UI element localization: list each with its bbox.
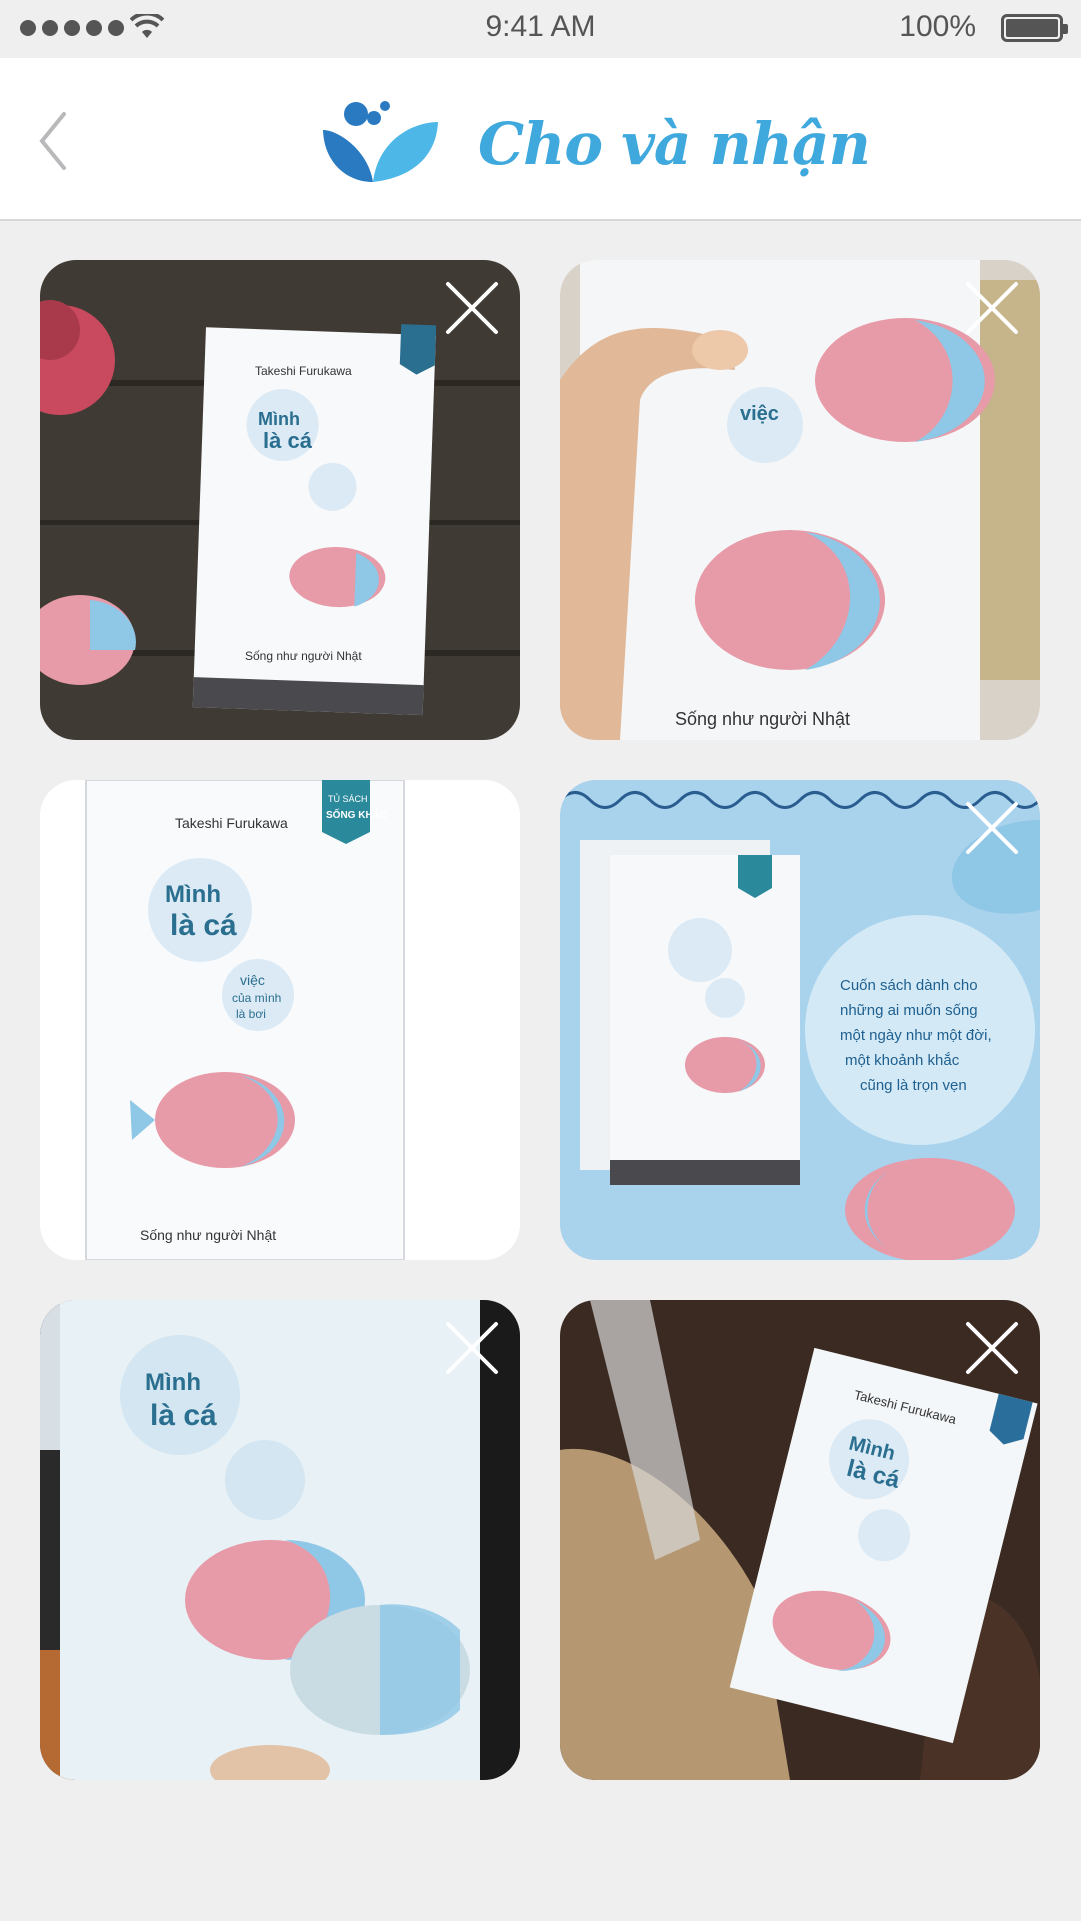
book-title-label: Mình xyxy=(258,409,300,429)
quote-label: Sống như người Nhật xyxy=(140,1227,276,1243)
subtitle-label: việc xyxy=(240,972,265,988)
promo-text: những ai muốn sống xyxy=(840,1002,978,1019)
close-icon[interactable] xyxy=(442,798,502,858)
status-bar: 9:41 AM 100% xyxy=(0,0,1081,58)
photo-card[interactable]: Mình là cá xyxy=(40,1300,520,1780)
series-label: TỦ SÁCH xyxy=(328,793,368,804)
close-icon[interactable] xyxy=(442,278,502,338)
book-title-label: Mình xyxy=(145,1369,201,1396)
quote-label: Sống như người Nhật xyxy=(675,709,850,729)
back-chevron-icon[interactable] xyxy=(34,106,74,176)
app-header: Cho và nhận xyxy=(0,58,1081,221)
app-logo-icon xyxy=(323,101,438,182)
author-label: Takeshi Furukawa xyxy=(255,364,352,378)
photo-grid: Takeshi Furukawa Mình là cá Sống như ngư… xyxy=(40,260,1041,1780)
close-icon[interactable] xyxy=(442,1318,502,1378)
photo-card[interactable]: Sống như người Nhật việc xyxy=(560,260,1040,740)
promo-text: Cuốn sách dành cho xyxy=(840,977,978,994)
book-title-label: là cá xyxy=(150,1399,217,1432)
book-title-label: là cá xyxy=(170,909,237,942)
series-label: SỐNG KHÁC xyxy=(326,807,387,821)
battery-icon xyxy=(1001,14,1068,42)
photo-card[interactable]: Takeshi Furukawa Mình là cá Sống như ngư… xyxy=(40,260,520,740)
author-label: Takeshi Furukawa xyxy=(175,815,288,831)
subtitle-label: là bơi xyxy=(236,1007,266,1021)
photo-card[interactable]: Takeshi Furukawa Mình là cá xyxy=(560,1300,1040,1780)
close-icon[interactable] xyxy=(962,1318,1022,1378)
battery-percentage: 100% xyxy=(899,10,976,43)
promo-text: một ngày như một đời, xyxy=(840,1027,992,1044)
promo-text: một khoảnh khắc xyxy=(845,1052,960,1069)
close-icon[interactable] xyxy=(962,278,1022,338)
book-title-label: là cá xyxy=(263,428,313,453)
book-title-label: Mình xyxy=(165,881,221,908)
quote-label: Sống như người Nhật xyxy=(245,649,362,663)
close-icon[interactable] xyxy=(962,798,1022,858)
photo-card[interactable]: TỦ SÁCH SỐNG KHÁC Takeshi Furukawa Mình … xyxy=(40,780,520,1260)
page-title: Cho và nhận xyxy=(478,110,871,178)
subtitle-label: việc xyxy=(740,403,779,425)
subtitle-label: của mình xyxy=(232,991,281,1005)
photo-card[interactable]: Cuốn sách dành cho những ai muốn sống mộ… xyxy=(560,780,1040,1260)
promo-text: cũng là trọn vẹn xyxy=(860,1077,967,1094)
